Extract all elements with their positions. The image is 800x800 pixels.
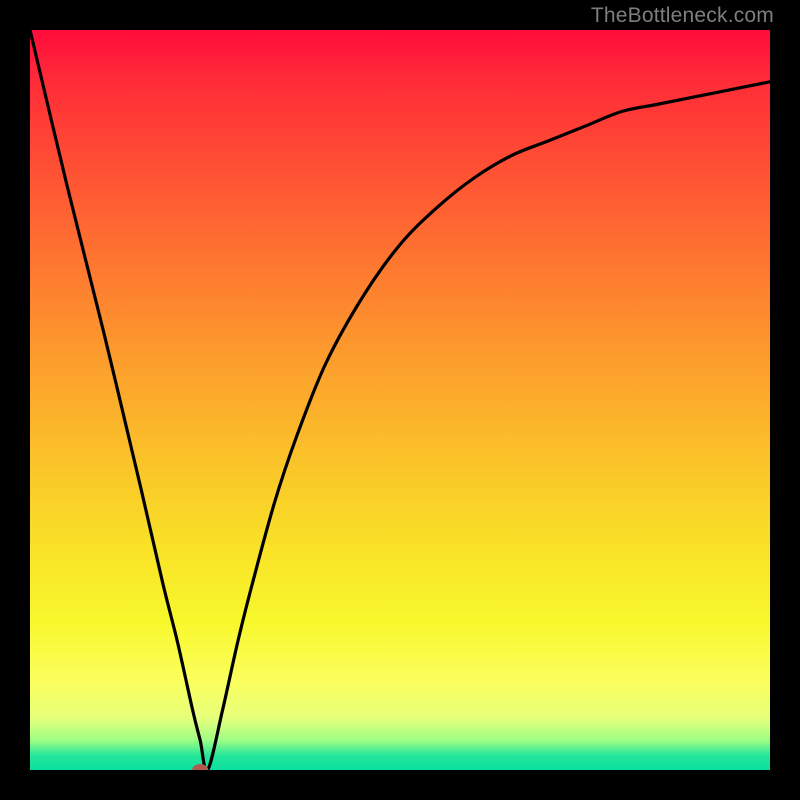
- chart-frame: TheBottleneck.com: [0, 0, 800, 800]
- watermark-text: TheBottleneck.com: [591, 4, 774, 28]
- curve-layer: [30, 30, 770, 770]
- bottleneck-curve: [30, 30, 770, 770]
- plot-area: [30, 30, 770, 770]
